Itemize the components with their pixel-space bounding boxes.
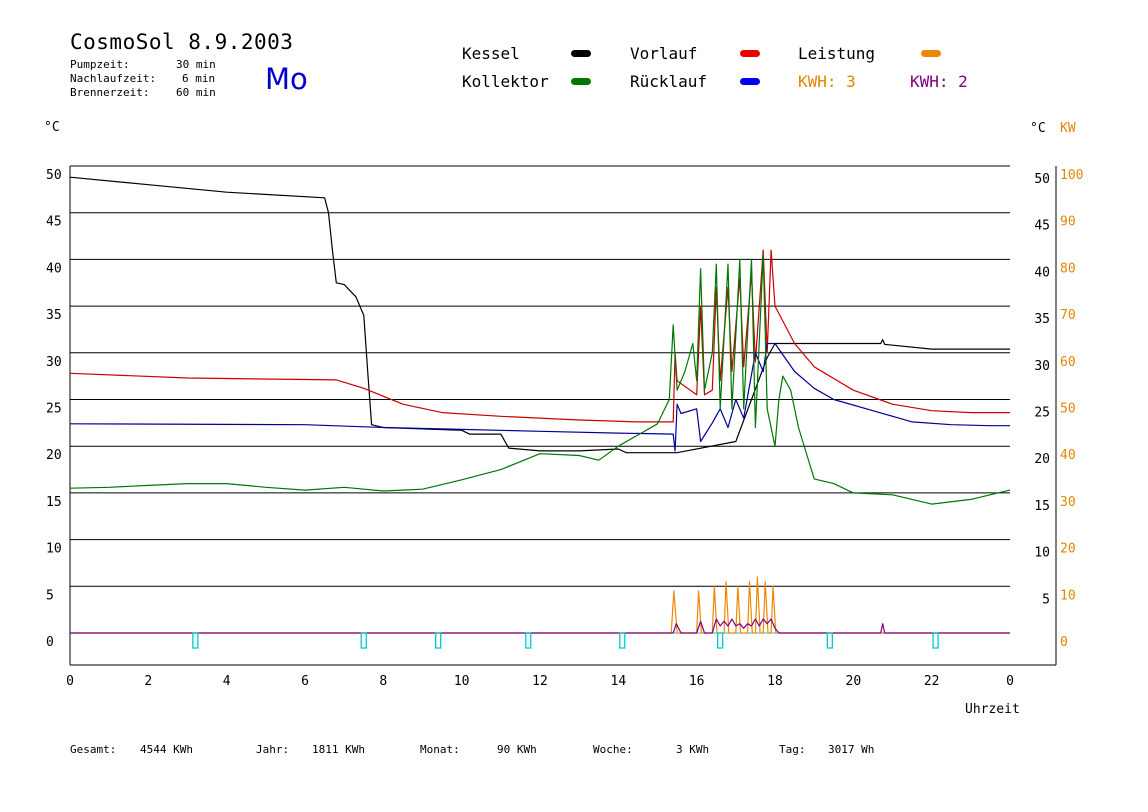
y2-tick-label: 50 (1060, 402, 1076, 417)
series-leistung (70, 576, 1010, 634)
grid-lines (69, 165, 1057, 666)
footer-gesamt-value: 4544 KWh (140, 743, 193, 756)
x-tick-label: 2 (144, 674, 152, 689)
x-tick-label: 4 (223, 674, 231, 689)
y-tick-label-left: 10 (46, 542, 62, 557)
y-tick-label-left: 40 (46, 261, 62, 276)
pump-marker (192, 632, 199, 649)
y-tick-label-right: 15 (1034, 499, 1050, 514)
series-vorlauf (69, 249, 1010, 423)
pump-marker (932, 632, 939, 649)
footer-woche-label: Woche: (593, 743, 633, 756)
y2-tick-label: 40 (1060, 448, 1076, 463)
y-tick-label-left: 45 (46, 215, 62, 230)
y2-tick-label: 60 (1060, 355, 1076, 370)
x-tick-label: 10 (454, 674, 470, 689)
footer-tag-label: Tag: (779, 743, 806, 756)
pump-markers (192, 632, 939, 649)
x-tick-label: 22 (924, 674, 940, 689)
x-tick-label: 12 (532, 674, 548, 689)
series-kessel (69, 176, 1010, 454)
y-tick-label-right: 5 (1042, 592, 1050, 607)
y-tick-label-left: 35 (46, 308, 62, 323)
series-lines (69, 176, 1011, 634)
y2-tick-label: 30 (1060, 495, 1076, 510)
y-tick-label-right: 50 (1034, 172, 1050, 187)
footer-jahr-value: 1811 KWh (312, 743, 365, 756)
y2-tick-label: 20 (1060, 542, 1076, 557)
series-r-cklauf (69, 342, 1010, 452)
pump-marker (717, 632, 724, 649)
y-tick-label-right: 30 (1034, 359, 1050, 374)
pump-marker (826, 632, 833, 649)
y2-tick-label: 90 (1060, 215, 1076, 230)
y-tick-label-left: 5 (46, 588, 54, 603)
y2-tick-label: 70 (1060, 308, 1076, 323)
y-axis-labels: 5045403530252015105050454035302520151051… (46, 168, 1083, 650)
y-tick-label-right: 20 (1034, 452, 1050, 467)
y-tick-label-right: 35 (1034, 312, 1050, 327)
y-tick-label-right: 25 (1034, 406, 1050, 421)
y-tick-label-left: 20 (46, 448, 62, 463)
x-tick-label: 8 (379, 674, 387, 689)
y-tick-label-left: 50 (46, 168, 62, 183)
y-tick-label-left: 15 (46, 495, 62, 510)
x-tick-label: 14 (611, 674, 627, 689)
y2-tick-label: 0 (1060, 635, 1068, 650)
y-tick-label-right: 40 (1034, 265, 1050, 280)
y2-tick-label: 80 (1060, 261, 1076, 276)
x-tick-label: 18 (767, 674, 783, 689)
footer-monat-value: 90 KWh (497, 743, 537, 756)
series-kwh-2 (70, 618, 1010, 634)
y-tick-label-left: 25 (46, 402, 62, 417)
x-tick-label: 6 (301, 674, 309, 689)
pump-marker (525, 632, 532, 649)
footer-jahr-label: Jahr: (256, 743, 290, 756)
x-tick-label: 0 (66, 674, 74, 689)
chart-plot: 5045403530252015105050454035302520151051… (46, 165, 1083, 689)
pump-marker (435, 632, 442, 649)
footer-tag-value: 3017 Wh (828, 743, 875, 756)
pump-marker (360, 632, 367, 649)
pump-marker (619, 632, 626, 649)
x-tick-label: 16 (689, 674, 705, 689)
x-axis-labels: 0 2 4 6 8 10 12 14 16 18 20 22 0 (66, 674, 1014, 689)
x-tick-label: 0 (1006, 674, 1014, 689)
y-tick-label-right: 45 (1034, 219, 1050, 234)
y2-tick-label: 10 (1060, 588, 1076, 603)
series-kollektor (69, 254, 1011, 505)
y-tick-label-left: 30 (46, 355, 62, 370)
y-tick-label-left: 0 (46, 635, 54, 650)
y2-tick-label: 100 (1060, 168, 1083, 183)
y-tick-label-right: 10 (1034, 546, 1050, 561)
footer-monat-label: Monat: (420, 743, 460, 756)
footer-woche-value: 3 KWh (676, 743, 710, 756)
footer-gesamt-label: Gesamt: (70, 743, 117, 756)
x-tick-label: 20 (846, 674, 862, 689)
